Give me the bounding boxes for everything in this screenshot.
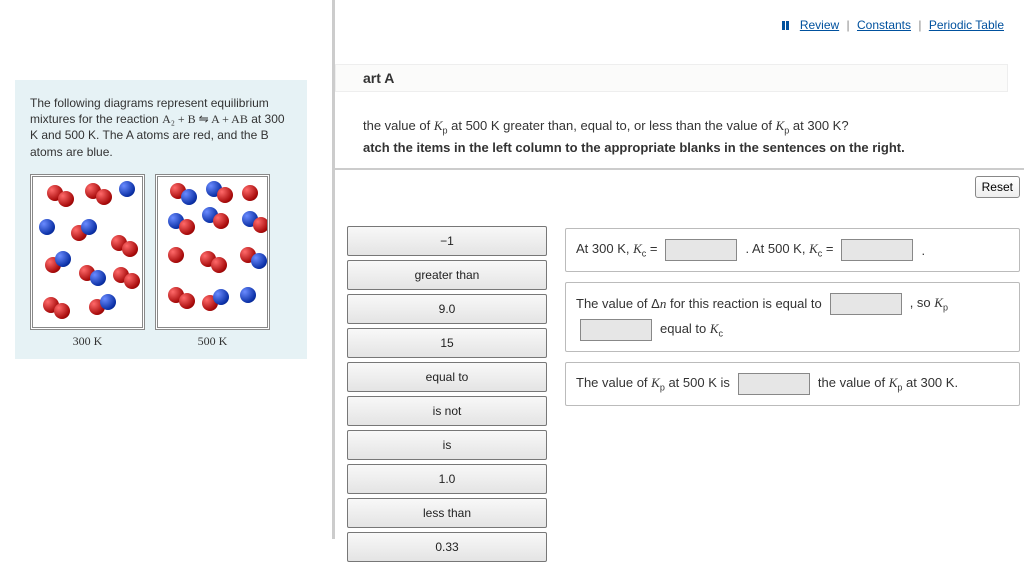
left-panel: The following diagrams represent equilib… <box>0 0 335 539</box>
s3c: the value of Kp at 300 K. <box>818 375 958 393</box>
sentence-2: The value of Δn for this reaction is equ… <box>565 282 1020 352</box>
diagram-label-500: 500 K <box>155 334 270 349</box>
blank-s2-2[interactable] <box>580 319 652 341</box>
tile-033[interactable]: 0.33 <box>347 532 547 562</box>
tile-less-than[interactable]: less than <box>347 498 547 528</box>
top-links: Review | Constants | Periodic Table <box>782 18 1004 33</box>
reaction-eqn: A₂ + B ⇋ A + AB <box>162 112 248 126</box>
tile-is-not[interactable]: is not <box>347 396 547 426</box>
s3a: The value of Kp at 500 K is <box>576 375 730 393</box>
work-area: Reset −1 greater than 9.0 15 equal to is… <box>335 168 1024 539</box>
info-box: The following diagrams represent equilib… <box>15 80 307 359</box>
tile-1[interactable]: 1.0 <box>347 464 547 494</box>
part-band <box>335 64 1008 92</box>
s1a: At 300 K, Kc = <box>576 241 657 259</box>
blank-s1-2[interactable] <box>841 239 913 261</box>
link-constants[interactable]: Constants <box>857 18 911 32</box>
instruction-text: atch the items in the left column to the… <box>363 140 1004 155</box>
link-review[interactable]: Review <box>800 18 839 32</box>
question-text: the value of Kp at 500 K greater than, e… <box>363 118 1004 136</box>
blank-s3-1[interactable] <box>738 373 810 395</box>
draggable-column: −1 greater than 9.0 15 equal to is not i… <box>347 222 547 566</box>
reset-button[interactable]: Reset <box>975 176 1020 198</box>
s2b: , so Kp <box>910 295 948 313</box>
sentence-column: At 300 K, Kc = . At 500 K, Kc = . The va… <box>565 218 1020 416</box>
separator: | <box>918 18 921 32</box>
sentence-3: The value of Kp at 500 K is the value of… <box>565 362 1020 406</box>
diagram-label-300: 300 K <box>30 334 145 349</box>
s2a: The value of Δn for this reaction is equ… <box>576 296 822 312</box>
s2c: equal to Kc <box>660 321 723 339</box>
s1b: . At 500 K, Kc = <box>745 241 833 259</box>
blank-s2-1[interactable] <box>830 293 902 315</box>
tile-greater-than[interactable]: greater than <box>347 260 547 290</box>
part-title: art A <box>363 70 394 86</box>
question-line: the value of Kp at 500 K greater than, e… <box>363 118 849 133</box>
diagram-300k <box>30 174 145 330</box>
info-text: The following diagrams represent equilib… <box>30 95 292 160</box>
sentence-1: At 300 K, Kc = . At 500 K, Kc = . <box>565 228 1020 272</box>
s1c: . <box>921 243 925 258</box>
blank-s1-1[interactable] <box>665 239 737 261</box>
pause-icon <box>782 19 792 33</box>
diagram-500k <box>155 174 270 330</box>
tile-15[interactable]: 15 <box>347 328 547 358</box>
right-panel: Review | Constants | Periodic Table art … <box>335 0 1024 539</box>
tile-9[interactable]: 9.0 <box>347 294 547 324</box>
tile-is[interactable]: is <box>347 430 547 460</box>
link-periodic[interactable]: Periodic Table <box>929 18 1004 32</box>
separator: | <box>847 18 850 32</box>
tile-equal-to[interactable]: equal to <box>347 362 547 392</box>
tile-neg1[interactable]: −1 <box>347 226 547 256</box>
